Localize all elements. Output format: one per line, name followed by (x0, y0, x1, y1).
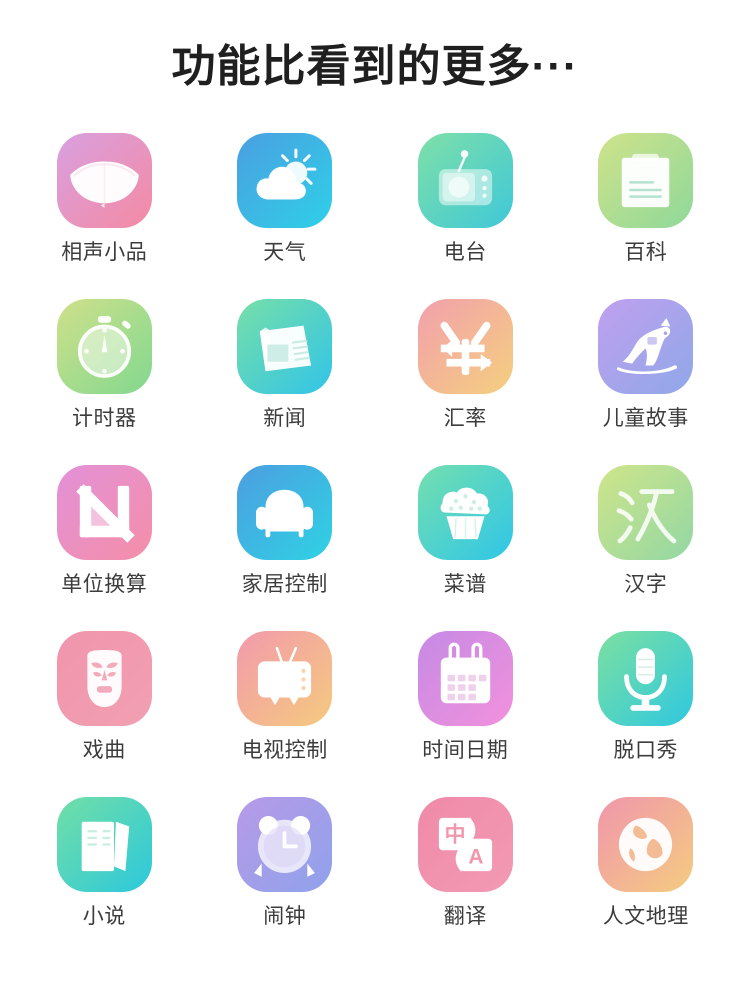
radio-icon[interactable] (417, 132, 513, 228)
stopwatch-icon[interactable] (56, 298, 152, 394)
app-cell[interactable]: 汇率 (385, 298, 545, 465)
app-label: 小说 (82, 904, 126, 928)
app-label: 儿童故事 (602, 406, 689, 430)
app-grid-page: 功能比看到的更多··· 相声小品 天气 电台 百科 计时器 新闻 汇率 儿童故事… (0, 0, 750, 1000)
app-label: 天气 (263, 240, 307, 264)
translate-icon[interactable]: 中 A (417, 796, 513, 892)
app-grid: 相声小品 天气 电台 百科 计时器 新闻 汇率 儿童故事 单位换算 家居控制 菜… (0, 132, 750, 963)
app-label: 新闻 (263, 406, 307, 430)
fan-icon[interactable] (56, 132, 152, 228)
app-label: 菜谱 (443, 572, 487, 596)
cupcake-icon[interactable] (417, 464, 513, 560)
app-cell[interactable]: 中 A 翻译 (385, 796, 545, 963)
app-cell[interactable]: 菜谱 (385, 464, 545, 631)
microphone-icon[interactable] (598, 630, 694, 726)
newspaper-icon[interactable] (237, 298, 333, 394)
app-label: 人文地理 (602, 904, 689, 928)
hanzi-icon[interactable] (598, 464, 694, 560)
globe-icon[interactable] (598, 796, 694, 892)
app-cell[interactable]: 百科 (566, 132, 726, 299)
app-label: 单位换算 (61, 572, 148, 596)
armchair-icon[interactable] (237, 464, 333, 560)
app-label: 戏曲 (82, 738, 126, 762)
svg-text:中: 中 (444, 823, 465, 846)
calendar-icon[interactable] (417, 630, 513, 726)
app-cell[interactable]: 家居控制 (205, 464, 365, 631)
app-label: 计时器 (72, 406, 137, 430)
app-cell[interactable]: 新闻 (205, 298, 365, 465)
app-label: 电台 (443, 240, 487, 264)
books-icon[interactable] (56, 796, 152, 892)
app-cell[interactable]: 人文地理 (566, 796, 726, 963)
app-label: 家居控制 (241, 572, 328, 596)
tv-icon[interactable] (237, 630, 333, 726)
app-cell[interactable]: 时间日期 (385, 630, 545, 797)
app-cell[interactable]: 小说 (24, 796, 184, 963)
opera-mask-icon[interactable] (56, 630, 152, 726)
app-label: 时间日期 (422, 738, 509, 762)
app-cell[interactable]: 计时器 (24, 298, 184, 465)
app-cell[interactable]: 汉字 (566, 464, 726, 631)
app-cell[interactable]: 电台 (385, 132, 545, 299)
app-cell[interactable]: 相声小品 (24, 132, 184, 299)
app-label: 脱口秀 (613, 738, 678, 762)
yuan-swap-icon[interactable] (417, 298, 513, 394)
alarm-clock-icon[interactable] (237, 796, 333, 892)
rocking-horse-icon[interactable] (598, 298, 694, 394)
app-label: 翻译 (443, 904, 487, 928)
app-cell[interactable]: 脱口秀 (566, 630, 726, 797)
unit-n-icon[interactable] (56, 464, 152, 560)
app-cell[interactable]: 电视控制 (205, 630, 365, 797)
svg-text:A: A (468, 845, 483, 868)
app-cell[interactable]: 戏曲 (24, 630, 184, 797)
app-cell[interactable]: 天气 (205, 132, 365, 299)
app-label: 相声小品 (61, 240, 148, 264)
page-title: 功能比看到的更多··· (171, 42, 579, 91)
app-cell[interactable]: 单位换算 (24, 464, 184, 631)
app-label: 百科 (624, 240, 668, 264)
document-icon[interactable] (598, 132, 694, 228)
app-label: 汉字 (624, 572, 668, 596)
cloud-sun-icon[interactable] (237, 132, 333, 228)
app-cell[interactable]: 闹钟 (205, 796, 365, 963)
app-cell[interactable]: 儿童故事 (566, 298, 726, 465)
app-label: 电视控制 (241, 738, 328, 762)
app-label: 闹钟 (263, 904, 307, 928)
app-label: 汇率 (443, 406, 487, 430)
